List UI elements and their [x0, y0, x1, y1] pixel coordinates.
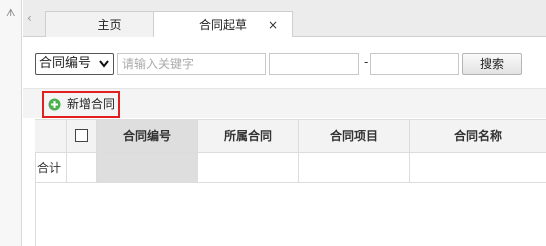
tab-bar: ‹ 主页 合同起草 × [23, 0, 546, 38]
toolbar: 新增合同 [23, 88, 546, 118]
summary-cell [409, 153, 546, 182]
pin-icon[interactable]: ᗑ [6, 9, 15, 19]
keyword-placeholder: 请输入关键字 [122, 57, 195, 71]
table-left-border [35, 153, 36, 246]
column-header-parent-contract[interactable]: 所属合同 [197, 120, 298, 152]
keyword-input[interactable]: 请输入关键字 [117, 53, 266, 75]
summary-cell [66, 153, 96, 182]
column-header-contract-name[interactable]: 合同名称 [409, 120, 546, 152]
select-all-checkbox[interactable] [75, 129, 88, 142]
search-button[interactable]: 搜索 [462, 53, 522, 75]
total-label: 合计 [37, 161, 62, 175]
summary-cell [298, 153, 409, 182]
column-header-contract-number[interactable]: 合同编号 [96, 120, 197, 152]
tab-contract-draft-label: 合同起草 [198, 18, 247, 32]
select-all-cell [66, 120, 96, 152]
row-number-header [35, 120, 66, 152]
range-start-input[interactable] [269, 53, 359, 75]
add-contract-label: 新增合同 [67, 97, 116, 111]
search-field-value: 合同编号 [39, 56, 92, 71]
side-panel-strip: ᗑ [0, 0, 22, 246]
tab-home-label: 主页 [97, 18, 122, 32]
search-field-select[interactable]: 合同编号 [35, 53, 114, 75]
add-circle-icon [48, 98, 61, 111]
summary-cell [96, 153, 197, 182]
range-end-input[interactable] [370, 53, 459, 75]
close-icon[interactable]: × [268, 12, 278, 38]
column-header-contract-project[interactable]: 合同项目 [298, 120, 409, 152]
table-header: 合同编号 所属合同 合同项目 合同名称 [35, 119, 546, 153]
chevron-down-icon [99, 60, 109, 68]
search-button-label: 搜索 [479, 57, 504, 71]
tab-contract-draft[interactable]: 合同起草 × [153, 11, 293, 38]
range-separator: - [364, 55, 369, 69]
main-content: 合同编号 请输入关键字 - 搜索 新增合同 合同编号 所属合同 合同项目 合同名… [23, 37, 546, 246]
chevron-left-icon[interactable]: ‹ [27, 11, 37, 25]
summary-cell [197, 153, 298, 182]
add-contract-button[interactable]: 新增合同 [42, 91, 120, 118]
table-summary-row: 合计 [35, 153, 546, 183]
